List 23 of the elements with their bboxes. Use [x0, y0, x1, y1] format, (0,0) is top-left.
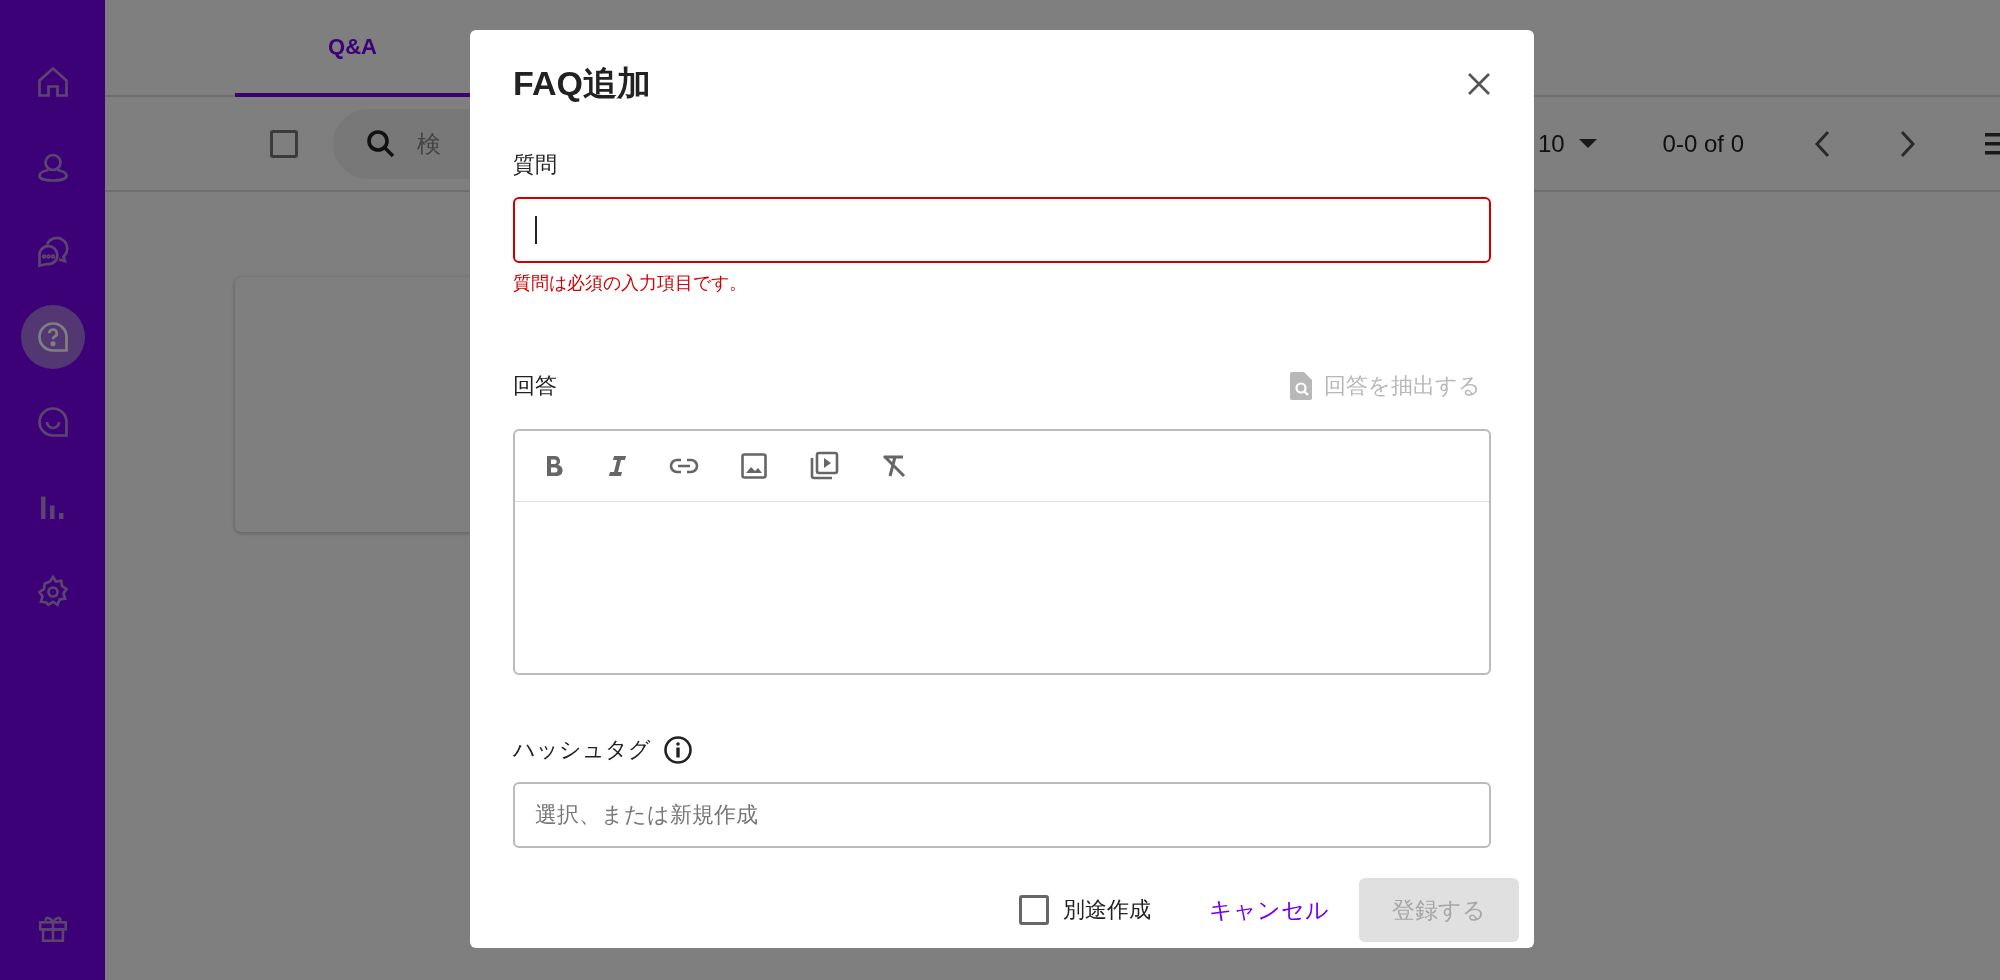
- checkbox[interactable]: [1019, 895, 1049, 925]
- question-field[interactable]: [513, 197, 1491, 263]
- image-icon[interactable]: [741, 453, 767, 479]
- bold-icon[interactable]: [545, 455, 565, 477]
- video-library-icon[interactable]: [809, 451, 839, 481]
- page-range: 0-0 of 0: [1662, 129, 1744, 158]
- close-icon[interactable]: [1467, 72, 1491, 96]
- clear-format-icon[interactable]: [881, 453, 907, 479]
- caret-icon: [1578, 138, 1597, 149]
- document-search-icon: [1290, 372, 1312, 400]
- rows-per-page-dropdown[interactable]: 10: [1531, 128, 1603, 159]
- italic-icon[interactable]: [607, 455, 627, 477]
- info-icon[interactable]: [663, 735, 693, 765]
- link-icon[interactable]: [669, 458, 699, 474]
- field-label: 質問: [513, 151, 558, 179]
- select-all-checkbox[interactable]: [270, 129, 298, 158]
- field-label: ハッシュタグ: [513, 736, 651, 764]
- cancel-button[interactable]: キャンセル: [1209, 894, 1329, 926]
- hashtag-field[interactable]: 選択、または新規作成: [513, 782, 1491, 848]
- checkbox-label: 別途作成: [1063, 896, 1151, 924]
- field-label: 回答: [513, 372, 557, 400]
- error-message: 質問は必須の入力項目です。: [513, 272, 748, 295]
- dialog-title: FAQ追加: [513, 63, 651, 104]
